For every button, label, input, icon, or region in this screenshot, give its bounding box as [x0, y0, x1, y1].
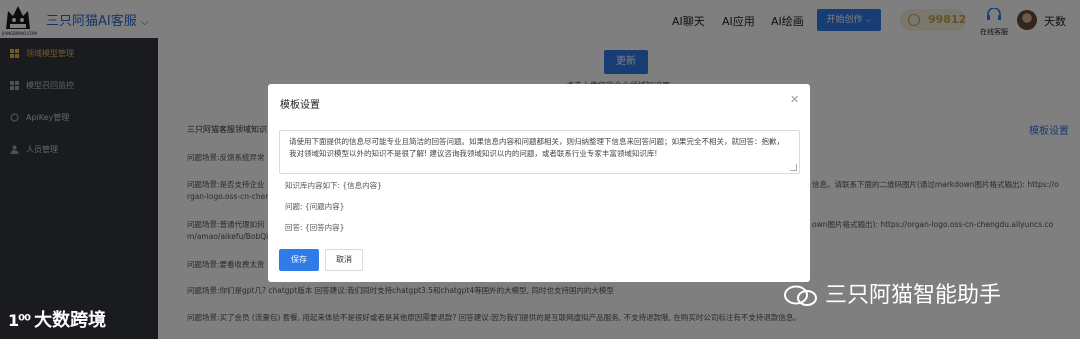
- template-text: 请使用下面提供的信息尽可能专业且简洁的回答问题。如果信息内容和问题都相关，则归纳…: [289, 137, 784, 158]
- question-line: 问题: {问题内容}: [285, 202, 345, 211]
- wechat-icon: [784, 285, 817, 306]
- watermark-right: 三只阿猫智能助手: [783, 277, 1001, 309]
- dialog-title: 模板设置: [280, 100, 320, 111]
- template-settings-dialog: 模板设置 ✕ 请使用下面提供的信息尽可能专业且简洁的回答问题。如果信息内容和问题…: [268, 84, 810, 282]
- template-textarea[interactable]: 请使用下面提供的信息尽可能专业且简洁的回答问题。如果信息内容和问题都相关，则归纳…: [279, 130, 800, 174]
- kb-content-line: 知识库内容如下: {信息内容}: [285, 181, 382, 190]
- cancel-button[interactable]: 取消: [325, 249, 363, 271]
- watermark-logo: 1⁰⁰: [8, 311, 31, 330]
- answer-line: 回答: {回答内容}: [285, 223, 345, 232]
- close-icon[interactable]: ✕: [790, 93, 799, 106]
- watermark-left-text: 大数跨境: [34, 310, 107, 331]
- save-button[interactable]: 保存: [279, 249, 319, 271]
- watermark-right-text: 三只阿猫智能助手: [825, 283, 1002, 308]
- resize-handle-icon[interactable]: [790, 164, 797, 171]
- watermark-left: 1⁰⁰ 大数跨境: [8, 306, 106, 332]
